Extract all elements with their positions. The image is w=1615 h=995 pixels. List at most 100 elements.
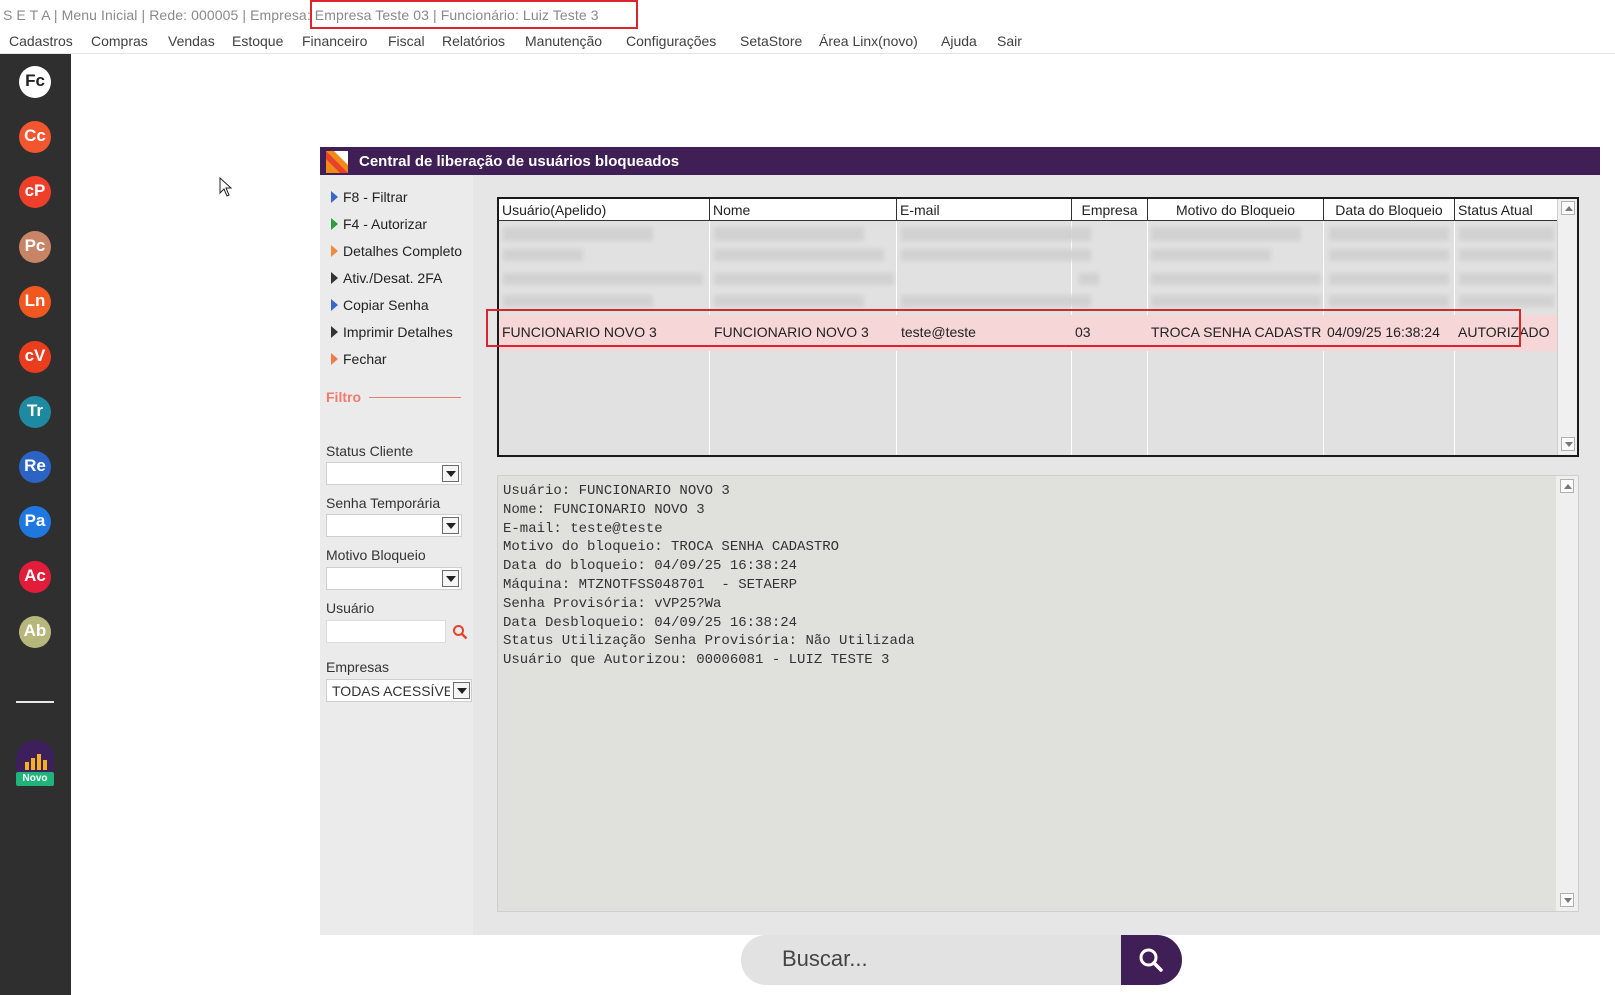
scroll-up-icon[interactable] bbox=[1560, 479, 1574, 493]
fechar-button[interactable]: Fechar bbox=[331, 351, 387, 367]
filter-arrow-icon bbox=[331, 191, 338, 203]
detail-line: Usuário: FUNCIONARIO NOVO 3 bbox=[503, 483, 730, 499]
ln-app-icon[interactable]: Ln bbox=[19, 286, 51, 318]
search-button[interactable] bbox=[1121, 935, 1182, 985]
details-text: Usuário: FUNCIONARIO NOVO 3 Nome: FUNCION… bbox=[503, 482, 915, 670]
usuario-label: Usuário bbox=[326, 600, 375, 616]
ativ-desat-2fa-button[interactable]: Ativ./Desat. 2FA bbox=[331, 270, 442, 286]
detail-line: Status Utilização Senha Provisória: Não … bbox=[503, 633, 915, 650]
column-header-status[interactable]: Status Atual bbox=[1455, 199, 1561, 221]
search-icon[interactable] bbox=[452, 624, 468, 640]
dock-separator bbox=[16, 701, 54, 703]
row-highlight-box bbox=[486, 309, 1521, 347]
authorize-arrow-icon bbox=[331, 218, 338, 230]
empresas-select[interactable]: TODAS ACESSÍVEIS bbox=[326, 679, 472, 702]
menu-area-linx[interactable]: Área Linx(novo) bbox=[819, 33, 918, 49]
pc-app-icon[interactable]: Pc bbox=[19, 231, 51, 263]
cp-app-icon[interactable]: cP bbox=[19, 176, 51, 208]
detail-line: Senha Provisória: vVP25?Wa bbox=[503, 595, 722, 612]
chevron-down-icon[interactable] bbox=[442, 517, 459, 534]
usuario-input[interactable] bbox=[326, 620, 446, 643]
column-header-usuario[interactable]: Usuário(Apelido) bbox=[499, 199, 710, 221]
novo-dashboard-icon[interactable]: Novo bbox=[16, 740, 54, 786]
menu-configuracoes[interactable]: Configurações bbox=[626, 33, 716, 49]
mouse-cursor-icon bbox=[219, 177, 233, 197]
menu-setastore[interactable]: SetaStore bbox=[740, 33, 802, 49]
redacted-row bbox=[1329, 227, 1449, 241]
status-cliente-label: Status Cliente bbox=[326, 443, 414, 459]
menu-financeiro[interactable]: Financeiro bbox=[302, 33, 367, 49]
menu-compras[interactable]: Compras bbox=[91, 33, 148, 49]
menu-vendas[interactable]: Vendas bbox=[168, 33, 215, 49]
cv-app-icon[interactable]: cV bbox=[19, 341, 51, 373]
redacted-row bbox=[1151, 227, 1301, 241]
detail-line: Data Desbloqueio: 04/09/25 16:38:24 bbox=[503, 614, 798, 631]
detail-line: Máquina: MTZNOTFSS048701 - SETAERP bbox=[503, 576, 798, 593]
menu-ajuda[interactable]: Ajuda bbox=[941, 33, 977, 49]
title-highlight-box bbox=[310, 0, 638, 29]
seta-logo-icon bbox=[326, 151, 348, 173]
redacted-row bbox=[1459, 227, 1554, 241]
menu-estoque[interactable]: Estoque bbox=[232, 33, 283, 49]
imprimir-detalhes-button[interactable]: Imprimir Detalhes bbox=[331, 324, 453, 340]
ac-app-icon[interactable]: Ac bbox=[19, 561, 51, 593]
column-header-data[interactable]: Data do Bloqueio bbox=[1324, 199, 1455, 221]
chevron-down-icon[interactable] bbox=[442, 465, 459, 482]
detail-line: Usuário que Autorizou: 00006081 - LUIZ T… bbox=[503, 652, 890, 669]
grid-scrollbar[interactable] bbox=[1557, 199, 1577, 455]
detail-line: Nome: FUNCIONARIO NOVO 3 bbox=[503, 501, 705, 518]
copiar-senha-button[interactable]: Copiar Senha bbox=[331, 297, 429, 313]
empresas-label: Empresas bbox=[326, 659, 390, 675]
central-liberacao-dialog: Central de liberação de usuários bloquea… bbox=[320, 147, 1600, 935]
pa-app-icon[interactable]: Pa bbox=[19, 506, 51, 538]
menu-fiscal[interactable]: Fiscal bbox=[388, 33, 425, 49]
senha-temporaria-select[interactable] bbox=[326, 514, 462, 537]
filter-divider bbox=[369, 396, 461, 398]
fc-app-icon[interactable]: Fc bbox=[19, 66, 51, 98]
status-cliente-select[interactable] bbox=[326, 462, 462, 485]
menu-bar: Cadastros Compras Vendas Estoque Finance… bbox=[0, 30, 1615, 54]
details-memo[interactable]: Usuário: FUNCIONARIO NOVO 3 Nome: FUNCION… bbox=[497, 475, 1579, 912]
title-bar: S E T A | Menu Inicial | Rede: 000005 | … bbox=[0, 0, 1615, 30]
scroll-down-icon[interactable] bbox=[1561, 437, 1575, 451]
search-input[interactable]: Buscar... bbox=[741, 935, 1131, 985]
ab-app-icon[interactable]: Ab bbox=[19, 616, 51, 648]
scroll-up-icon[interactable] bbox=[1561, 201, 1575, 215]
redacted-row bbox=[503, 227, 653, 241]
menu-sair[interactable]: Sair bbox=[997, 33, 1022, 49]
motivo-bloqueio-select[interactable] bbox=[326, 567, 462, 590]
autorizar-button[interactable]: F4 - Autorizar bbox=[331, 216, 427, 232]
dialog-content: Usuário(Apelido) Nome E-mail Empresa Mot… bbox=[473, 175, 1600, 935]
details-scrollbar[interactable] bbox=[1556, 476, 1578, 911]
copy-arrow-icon bbox=[331, 299, 338, 311]
app-dock: Fc Cc cP Pc Ln cV Tr Re Pa Ac Ab Novo bbox=[0, 54, 71, 995]
chevron-down-icon[interactable] bbox=[453, 682, 470, 699]
menu-manutencao[interactable]: Manutenção bbox=[525, 33, 602, 49]
command-sidebar: F8 - Filtrar F4 - Autorizar Detalhes Com… bbox=[320, 175, 473, 935]
filtrar-button[interactable]: F8 - Filtrar bbox=[331, 189, 408, 205]
menu-relatorios[interactable]: Relatórios bbox=[442, 33, 505, 49]
search-icon bbox=[1139, 948, 1163, 972]
cc-app-icon[interactable]: Cc bbox=[19, 121, 51, 153]
column-header-nome[interactable]: Nome bbox=[710, 199, 897, 221]
chevron-down-icon[interactable] bbox=[442, 570, 459, 587]
detail-line: E-mail: teste@teste bbox=[503, 520, 663, 537]
redacted-row bbox=[901, 227, 1091, 241]
details-arrow-icon bbox=[331, 245, 338, 257]
column-header-motivo[interactable]: Motivo do Bloqueio bbox=[1148, 199, 1324, 221]
bar-chart-icon bbox=[16, 740, 54, 776]
close-arrow-icon bbox=[331, 353, 338, 365]
filter-heading: Filtro bbox=[326, 389, 461, 405]
redacted-row bbox=[714, 227, 864, 241]
column-header-empresa[interactable]: Empresa bbox=[1072, 199, 1148, 221]
detail-line: Motivo do bloqueio: TROCA SENHA CADASTRO bbox=[503, 539, 840, 556]
bottom-search: Buscar... bbox=[741, 935, 1182, 985]
tr-app-icon[interactable]: Tr bbox=[19, 396, 51, 428]
menu-cadastros[interactable]: Cadastros bbox=[9, 33, 73, 49]
re-app-icon[interactable]: Re bbox=[19, 451, 51, 483]
dialog-title: Central de liberação de usuários bloquea… bbox=[359, 153, 680, 170]
column-header-email[interactable]: E-mail bbox=[897, 199, 1072, 221]
detalhes-completo-button[interactable]: Detalhes Completo bbox=[331, 243, 462, 259]
scroll-down-icon[interactable] bbox=[1560, 893, 1574, 907]
motivo-bloqueio-label: Motivo Bloqueio bbox=[326, 547, 426, 563]
